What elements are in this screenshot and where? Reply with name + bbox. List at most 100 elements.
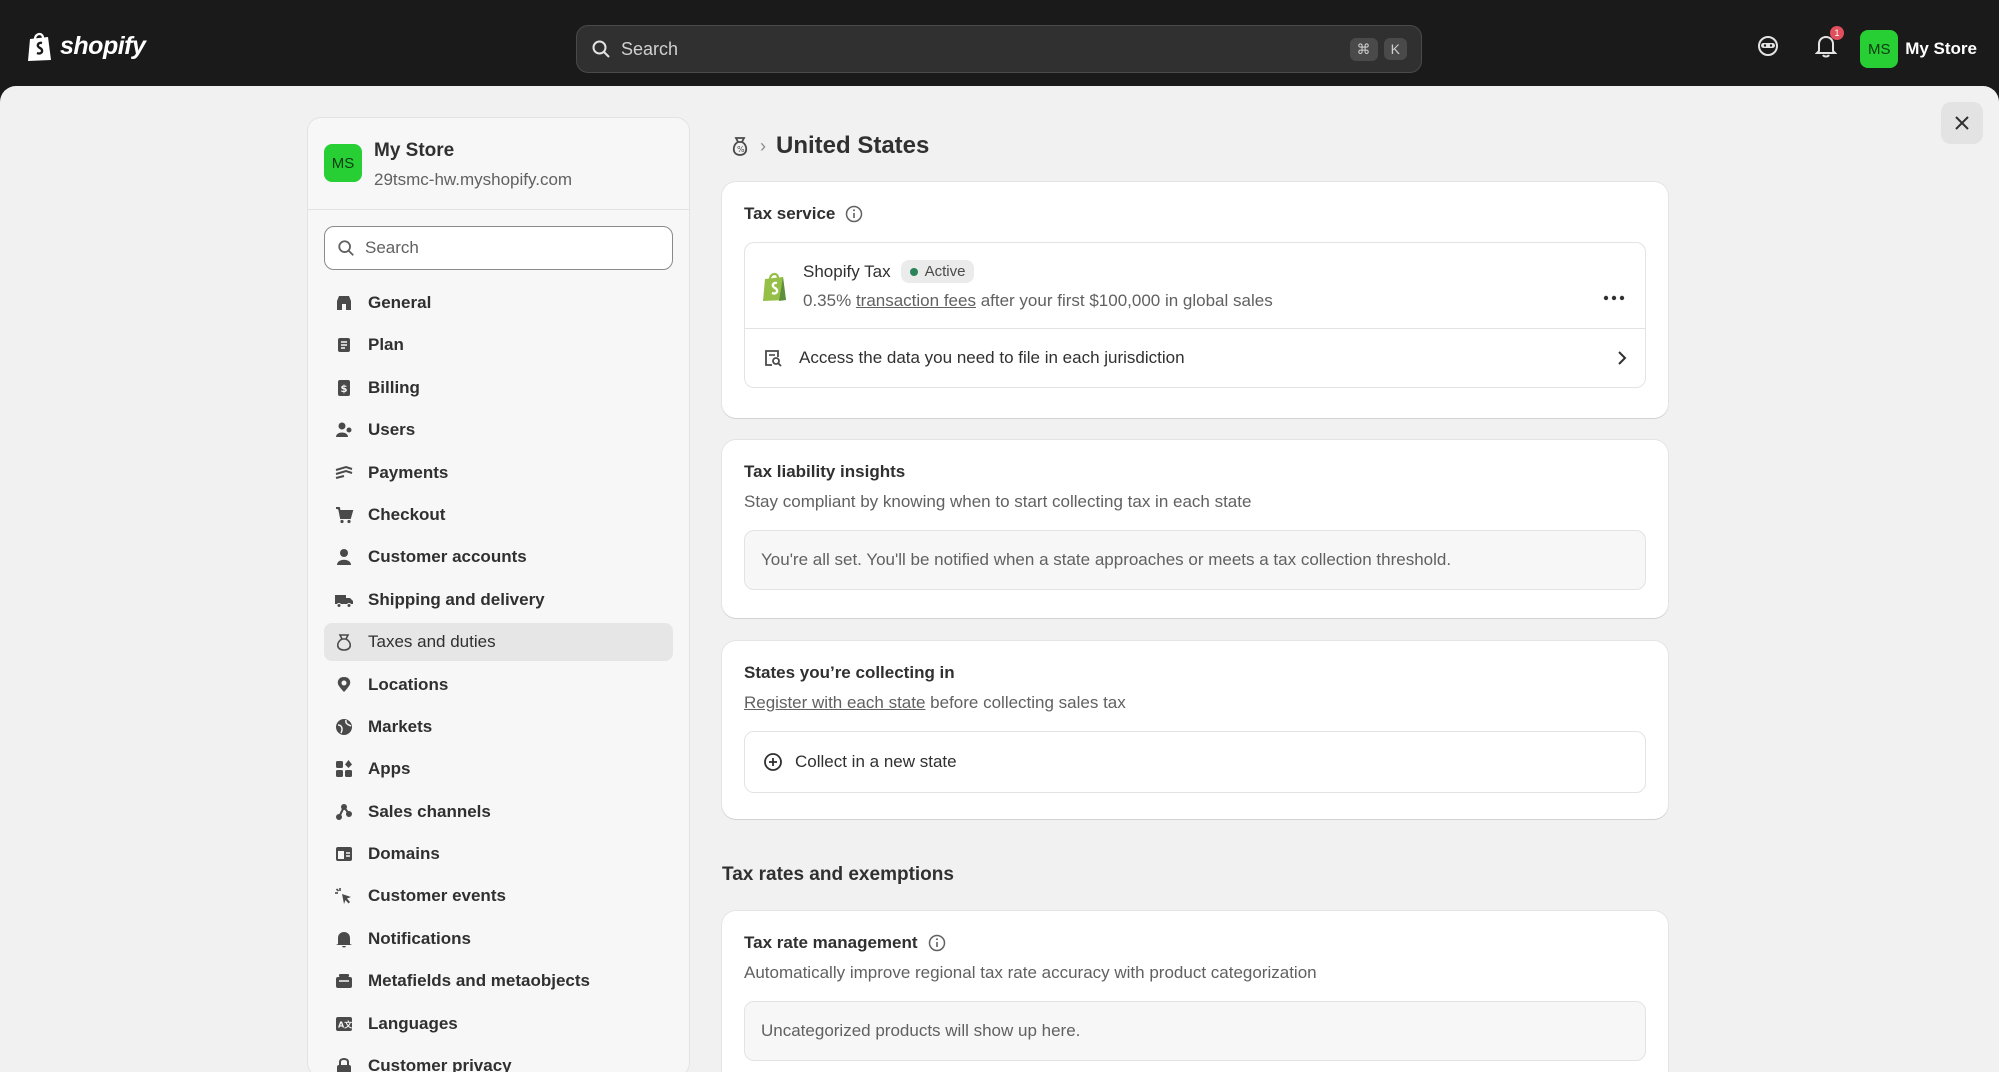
info-icon[interactable] — [845, 205, 863, 223]
global-search-input[interactable]: Search ⌘ K — [576, 25, 1422, 73]
sidebar-item-label: Customer privacy — [368, 1056, 512, 1072]
shortcut-key-k: K — [1383, 38, 1407, 60]
sidebar-item-locations[interactable]: Locations — [324, 666, 673, 704]
sidebar-item-label: Taxes and duties — [368, 632, 496, 652]
sidebar-item-general[interactable]: General — [324, 284, 673, 322]
uncategorized-products-note: Uncategorized products will show up here… — [744, 1001, 1646, 1061]
sidebar-item-sales-channels[interactable]: Sales channels — [324, 793, 673, 831]
settings-search-placeholder: Search — [365, 238, 419, 257]
domains-icon — [334, 844, 354, 864]
apps-icon — [334, 759, 354, 779]
metafields-icon — [334, 971, 354, 991]
top-bar: shopify Search ⌘ K 1 MS My Store — [0, 0, 1999, 86]
jurisdiction-data-label: Access the data you need to file in each… — [799, 348, 1185, 367]
tax-liability-card: Tax liability insights Stay compliant by… — [722, 440, 1668, 618]
more-horizontal-icon — [1603, 295, 1625, 301]
sidebar-item-label: Markets — [368, 716, 433, 736]
sidebar-item-label: Plan — [368, 335, 404, 355]
register-suffix: before collecting sales tax — [930, 693, 1126, 712]
sidebar-item-customer-accounts[interactable]: Customer accounts — [324, 538, 673, 576]
bell-icon — [334, 929, 354, 949]
store-header: MS My Store 29tsmc-hw.myshopify.com — [308, 118, 689, 210]
sidebar-item-plan[interactable]: Plan — [324, 326, 673, 364]
sidebar-item-taxes-and-duties[interactable]: Taxes and duties — [324, 623, 673, 662]
cursor-click-icon — [334, 886, 354, 906]
notification-count-badge: 1 — [1830, 26, 1844, 40]
status-badge: Active — [900, 260, 975, 283]
sidebar-item-languages[interactable]: A文 Languages — [324, 1005, 673, 1043]
tax-rates-section-title: Tax rates and exemptions — [722, 864, 954, 885]
sidebar-item-metafields-and-metaobjects[interactable]: Metafields and metaobjects — [324, 962, 673, 1000]
sidekick-button[interactable] — [1755, 33, 1781, 59]
tax-rate-management-card: Tax rate management Automatically improv… — [722, 911, 1668, 1072]
lock-icon — [334, 1056, 354, 1072]
sidebar-item-label: General — [368, 293, 432, 312]
settings-search-input[interactable]: Search — [324, 226, 673, 270]
sidebar-item-markets[interactable]: Markets — [324, 708, 673, 746]
page-title: United States — [776, 132, 930, 159]
close-icon — [1955, 116, 1969, 130]
location-pin-icon — [334, 675, 354, 695]
breadcrumb-separator: › — [760, 135, 766, 156]
transaction-fees-link[interactable]: transaction fees — [856, 291, 976, 310]
sidebar-item-users[interactable]: Users — [324, 411, 673, 449]
sidebar-item-label: Checkout — [368, 504, 446, 524]
states-title: States you’re collecting in — [744, 663, 955, 682]
settings-sidebar: MS My Store 29tsmc-hw.myshopify.com Sear… — [307, 117, 690, 1072]
sidebar-item-label: Languages — [368, 1013, 458, 1033]
sidebar-item-customer-privacy[interactable]: Customer privacy — [324, 1047, 673, 1072]
shopify-logo[interactable]: shopify — [26, 30, 146, 62]
tax-rate-subtitle: Automatically improve regional tax rate … — [744, 963, 1317, 982]
language-icon: A文 — [334, 1014, 354, 1034]
svg-text:$: $ — [341, 384, 348, 395]
notifications-button[interactable]: 1 — [1813, 26, 1844, 59]
register-states-link[interactable]: Register with each state — [744, 693, 925, 712]
sidebar-item-shipping-and-delivery[interactable]: Shipping and delivery — [324, 581, 673, 619]
store-icon — [334, 293, 354, 313]
liability-subtitle: Stay compliant by knowing when to start … — [744, 492, 1252, 511]
shortcut-key-cmd: ⌘ — [1349, 37, 1378, 61]
chevron-right-icon — [1618, 351, 1627, 365]
store-name-label: My Store — [1905, 39, 1977, 58]
sidebar-item-billing[interactable]: $ Billing — [324, 369, 673, 407]
collect-new-state-button[interactable]: Collect in a new state — [745, 732, 1645, 792]
sidebar-item-apps[interactable]: Apps — [324, 750, 673, 788]
sidebar-item-label: Payments — [368, 462, 449, 482]
plus-circle-icon — [764, 753, 782, 771]
sidebar-item-customer-events[interactable]: Customer events — [324, 877, 673, 915]
settings-nav: General Plan $ Billing Users Payments Checkout… — [308, 284, 689, 1072]
report-search-icon — [765, 350, 782, 367]
breadcrumb: % › United States — [730, 132, 929, 160]
sidebar-item-label: Billing — [368, 377, 420, 397]
sidebar-item-label: Metafields and metaobjects — [368, 971, 591, 991]
sidebar-item-domains[interactable]: Domains — [324, 835, 673, 873]
billing-icon: $ — [334, 378, 354, 398]
sidebar-item-payments[interactable]: Payments — [324, 454, 673, 492]
sidebar-item-notifications[interactable]: Notifications — [324, 920, 673, 958]
search-icon — [338, 240, 354, 256]
tax-bag-icon[interactable]: % — [730, 135, 750, 157]
fee-rate: 0.35% — [803, 291, 852, 310]
sidebar-item-label: Apps — [368, 759, 411, 779]
users-icon — [334, 420, 354, 440]
collect-new-state-label: Collect in a new state — [795, 752, 957, 771]
sidebar-item-label: Sales channels — [368, 801, 491, 821]
close-settings-button[interactable] — [1941, 102, 1983, 144]
truck-icon — [334, 590, 354, 610]
sidebar-item-label: Customer events — [368, 886, 506, 906]
shopify-tax-logo-icon — [763, 272, 786, 301]
jurisdiction-data-link[interactable]: Access the data you need to file in each… — [745, 329, 1645, 387]
tax-provider-name: Shopify Tax — [803, 261, 891, 281]
sidebar-item-label: Domains — [368, 844, 440, 864]
tax-service-box: Shopify Tax Active 0.35% transaction fee… — [744, 242, 1646, 388]
cart-icon — [334, 505, 354, 525]
tax-bag-icon — [334, 632, 354, 652]
liability-status-note: You're all set. You'll be notified when … — [744, 530, 1646, 590]
account-menu-button[interactable]: MS My Store — [1860, 30, 1977, 68]
info-icon[interactable] — [928, 934, 946, 952]
search-icon — [592, 40, 610, 58]
sidebar-item-label: Users — [368, 420, 416, 440]
sidebar-item-checkout[interactable]: Checkout — [324, 496, 673, 534]
shopify-tax-row: Shopify Tax Active 0.35% transaction fee… — [745, 243, 1645, 329]
more-actions-button[interactable] — [1603, 281, 1625, 307]
